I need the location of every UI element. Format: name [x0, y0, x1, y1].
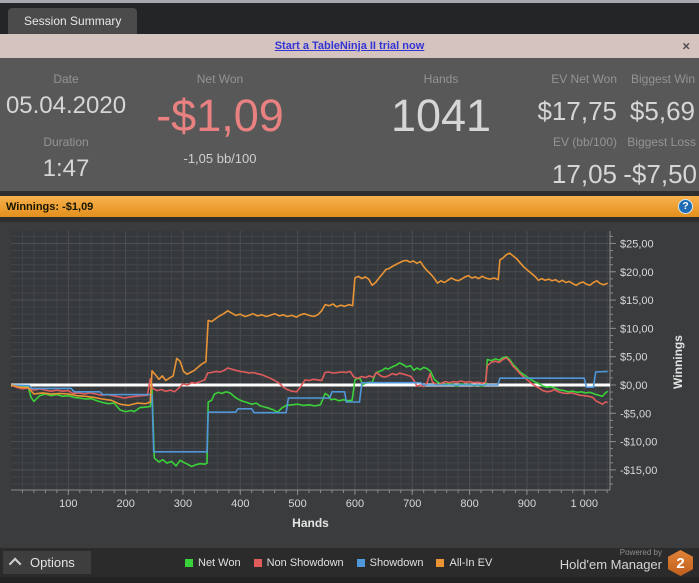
svg-text:700: 700 — [403, 498, 421, 510]
chart-legend: Net Won Non Showdown Showdown All-In EV — [185, 548, 492, 577]
help-icon[interactable]: ? — [678, 199, 693, 214]
svg-text:800: 800 — [460, 498, 478, 510]
brand-logo-icon: 2 — [668, 550, 693, 576]
legend-swatch-icon — [253, 558, 262, 567]
ev-net-won-label: EV Net Won — [551, 72, 617, 86]
hands-value: 1041 — [390, 90, 492, 141]
legend-label: Net Won — [198, 556, 241, 569]
chart-canvas: $25,00 $20,00 $15,00 $10,00 $5,00 $0,00 -$5,00… — [10, 231, 657, 510]
window-bottom-edge — [0, 577, 699, 583]
footer-bar: Options Net Won Non Showdown Showdown All-I… — [0, 548, 699, 577]
x-axis-title: Hands — [292, 516, 329, 530]
winnings-header-label: Winnings: -$1,09 — [6, 200, 94, 213]
close-icon[interactable]: × — [682, 40, 690, 53]
ev-net-won-value: $17,75 — [537, 96, 617, 126]
svg-text:$10,00: $10,00 — [620, 323, 654, 335]
biggest-win-label: Biggest Win — [630, 72, 695, 86]
date-value: 05.04.2020 — [5, 92, 127, 119]
legend-swatch-icon — [356, 558, 365, 567]
duration-value: 1:47 — [42, 155, 90, 182]
svg-text:$20,00: $20,00 — [620, 267, 654, 279]
stats-panel: Date 05.04.2020 Duration 1:47 Net Won -$… — [0, 58, 699, 191]
svg-text:1 000: 1 000 — [570, 498, 598, 510]
y-axis-title: Winnings — [671, 335, 685, 389]
biggest-win-value: $5,69 — [629, 96, 695, 126]
svg-text:-$5,00: -$5,00 — [620, 408, 651, 420]
ev-bb100-label: EV (bb/100) — [552, 135, 617, 149]
chevron-up-icon — [8, 557, 22, 571]
tab-label: Session Summary — [24, 14, 122, 28]
legend-label: Non Showdown — [266, 556, 344, 569]
svg-text:900: 900 — [518, 498, 536, 510]
legend-item[interactable]: Net Won — [185, 557, 241, 569]
hands-label: Hands — [423, 72, 459, 86]
biggest-loss-label: Biggest Loss — [627, 135, 696, 149]
legend-label: All-In EV — [449, 556, 493, 569]
tab-session-summary[interactable]: Session Summary — [8, 8, 138, 34]
options-label: Options — [30, 555, 75, 570]
duration-label: Duration — [43, 135, 89, 149]
net-won-label: Net Won — [196, 72, 244, 86]
net-won-bb100: -1,05 bb/100 — [183, 151, 257, 166]
legend-item[interactable]: Non Showdown — [253, 556, 344, 569]
svg-text:$5,00: $5,00 — [620, 352, 648, 364]
svg-text:300: 300 — [174, 498, 192, 510]
svg-text:-$10,00: -$10,00 — [620, 437, 657, 449]
trial-link[interactable]: Start a TableNinja II trial now — [275, 40, 425, 52]
svg-text:600: 600 — [346, 498, 364, 510]
svg-text:-$15,00: -$15,00 — [620, 465, 657, 477]
svg-text:$25,00: $25,00 — [620, 238, 654, 250]
svg-text:500: 500 — [288, 498, 306, 510]
svg-text:200: 200 — [116, 498, 134, 510]
winnings-chart: $25,00 $20,00 $15,00 $10,00 $5,00 $0,00 -$5,00… — [0, 222, 699, 548]
legend-swatch-icon — [185, 558, 193, 567]
legend-item[interactable]: All-In EV — [436, 557, 492, 569]
net-won-value: -$1,09 — [156, 90, 284, 141]
brand-name: Hold'em Manager — [559, 556, 662, 572]
trial-banner: Start a TableNinja II trial now × — [0, 34, 699, 58]
svg-text:$0,00: $0,00 — [620, 380, 648, 392]
powered-by-block: Powered by Hold'em Manager — [559, 548, 662, 572]
svg-text:$15,00: $15,00 — [620, 295, 654, 307]
date-label: Date — [53, 72, 79, 86]
ev-bb100-value: 17,05 — [551, 159, 617, 189]
session-summary-window: Session Summary Start a TableNinja II tr… — [0, 0, 699, 583]
legend-swatch-icon — [436, 558, 445, 567]
legend-item[interactable]: Showdown — [356, 556, 424, 569]
legend-label: Showdown — [369, 556, 424, 569]
tab-bar: Session Summary — [0, 3, 699, 34]
svg-text:100: 100 — [59, 498, 77, 510]
biggest-loss-value: -$7,50 — [623, 159, 697, 189]
options-button[interactable]: Options — [3, 551, 91, 574]
winnings-section-header[interactable]: Winnings: -$1,09 ? — [0, 196, 699, 217]
svg-text:400: 400 — [231, 498, 249, 510]
